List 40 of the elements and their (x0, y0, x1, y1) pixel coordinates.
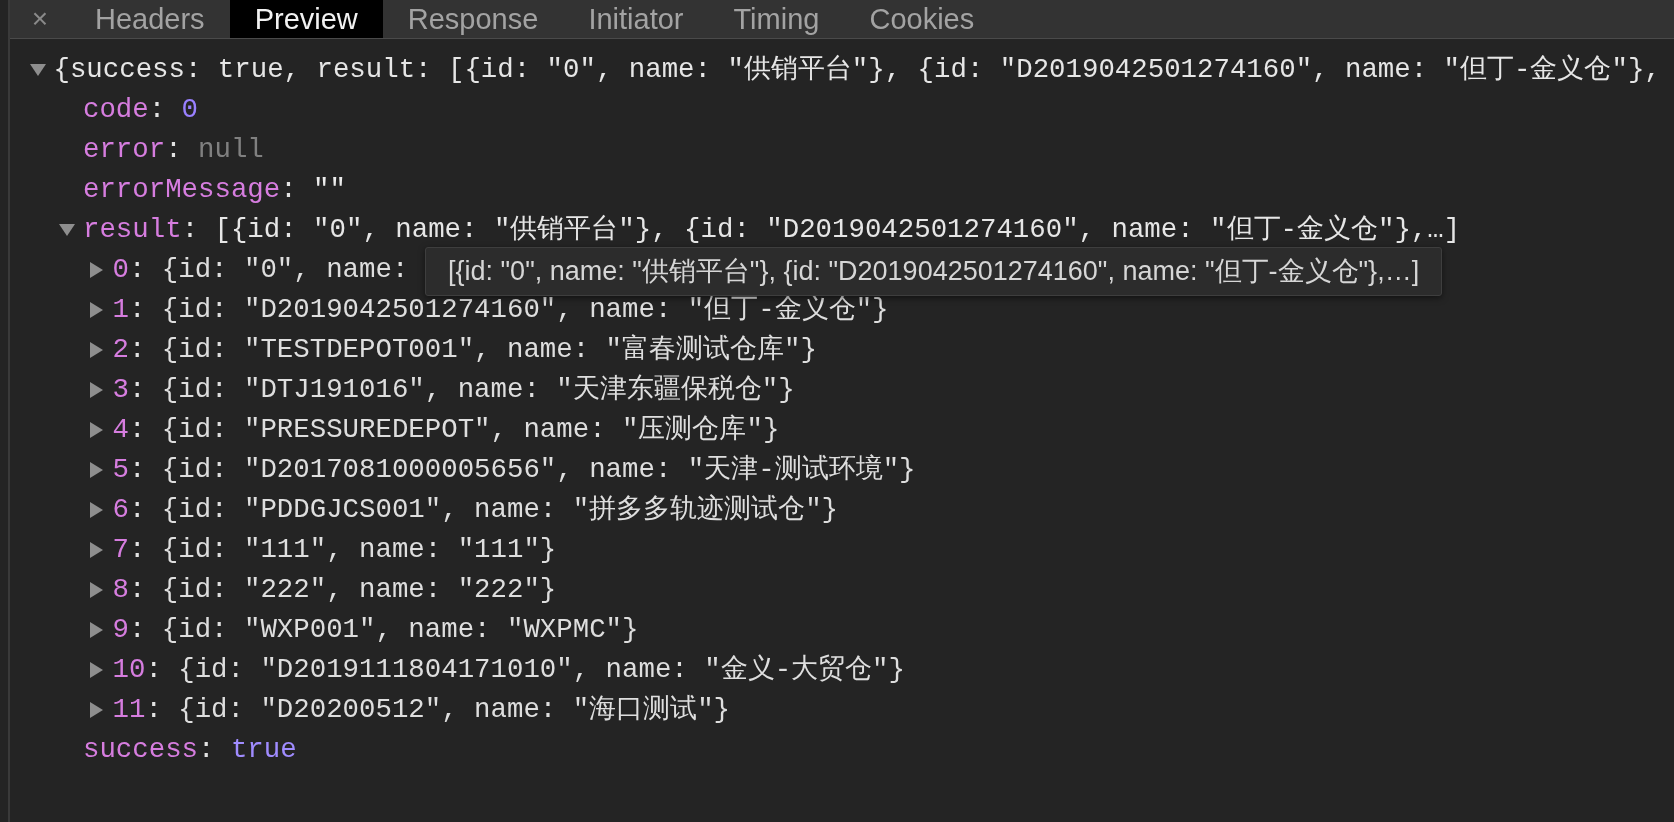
caret-right-icon[interactable] (90, 262, 103, 278)
caret-right-icon[interactable] (90, 622, 103, 638)
property-line: 11: {id: "D20200512", name: "海口测试"} (112, 693, 731, 727)
property-line: 3: {id: "DTJ191016", name: "天津东疆保税仓"} (112, 373, 795, 407)
caret-down-icon[interactable] (29, 64, 46, 76)
caret-right-icon[interactable] (90, 502, 103, 518)
caret-right-icon[interactable] (90, 542, 103, 558)
tab[interactable]: Response (382, 0, 564, 38)
caret-right-icon[interactable] (90, 422, 103, 438)
caret-right-icon[interactable] (90, 302, 103, 318)
property-line: error: null (83, 133, 264, 167)
property-line: 6: {id: "PDDGJCS001", name: "拼多多轨迹测试仓"} (112, 493, 839, 527)
caret-down-icon[interactable] (59, 224, 75, 236)
tooltip: [{id: "0", name: "供销平台"}, {id: "D2019042501274160", name: "但丁-金义仓"},…] (425, 247, 1443, 296)
tab[interactable]: Preview (229, 0, 383, 38)
tab[interactable]: Timing (708, 0, 845, 38)
caret-right-icon[interactable] (90, 462, 103, 478)
property-line: 4: {id: "PRESSUREDEPOT", name: "压测仓库"} (112, 413, 780, 447)
caret-right-icon[interactable] (90, 342, 103, 358)
property-line: code: 0 (83, 93, 199, 127)
property-line: 2: {id: "TESTDEPOT001", name: "富春测试仓库"} (112, 333, 817, 367)
property-line: 10: {id: "D2019111804171010", name: "金义-大贸仓"} (112, 653, 905, 687)
property-line: success: true (83, 733, 297, 767)
property-line: 8: {id: "222", name: "222"} (112, 573, 557, 607)
property-line: 5: {id: "D2017081000005656", name: "天津-测试环境"} (112, 453, 916, 487)
property-line: 9: {id: "WXP001", name: "WXPMC"} (112, 613, 639, 647)
caret-right-icon[interactable] (90, 582, 103, 598)
close-button[interactable]: × (10, 0, 70, 38)
tab[interactable]: Cookies (844, 0, 1000, 38)
property-line: 7: {id: "111", name: "111"} (112, 533, 557, 567)
property-line: result: [{id: "0", name: "供销平台"}, {id: "D2019042501274160", name: "但丁-金义仓"},…] (83, 213, 1461, 247)
property-line: 0: {id: "0", name: (112, 253, 409, 287)
tab[interactable]: Headers (70, 0, 230, 38)
caret-right-icon[interactable] (90, 382, 103, 398)
object-summary-line: {success: true, result: [{id: "0", name: "供销平台"}, {id: "D2019042501274160", name: "但丁-金义仓"}, (53, 53, 1661, 87)
caret-right-icon[interactable] (90, 702, 103, 718)
caret-right-icon[interactable] (90, 662, 103, 678)
property-line: 1: {id: "D2019042501274160", name: "但丁-金义仓"} (112, 293, 889, 327)
property-line: errorMessage: "" (83, 173, 346, 207)
tab[interactable]: Initiator (563, 0, 709, 38)
